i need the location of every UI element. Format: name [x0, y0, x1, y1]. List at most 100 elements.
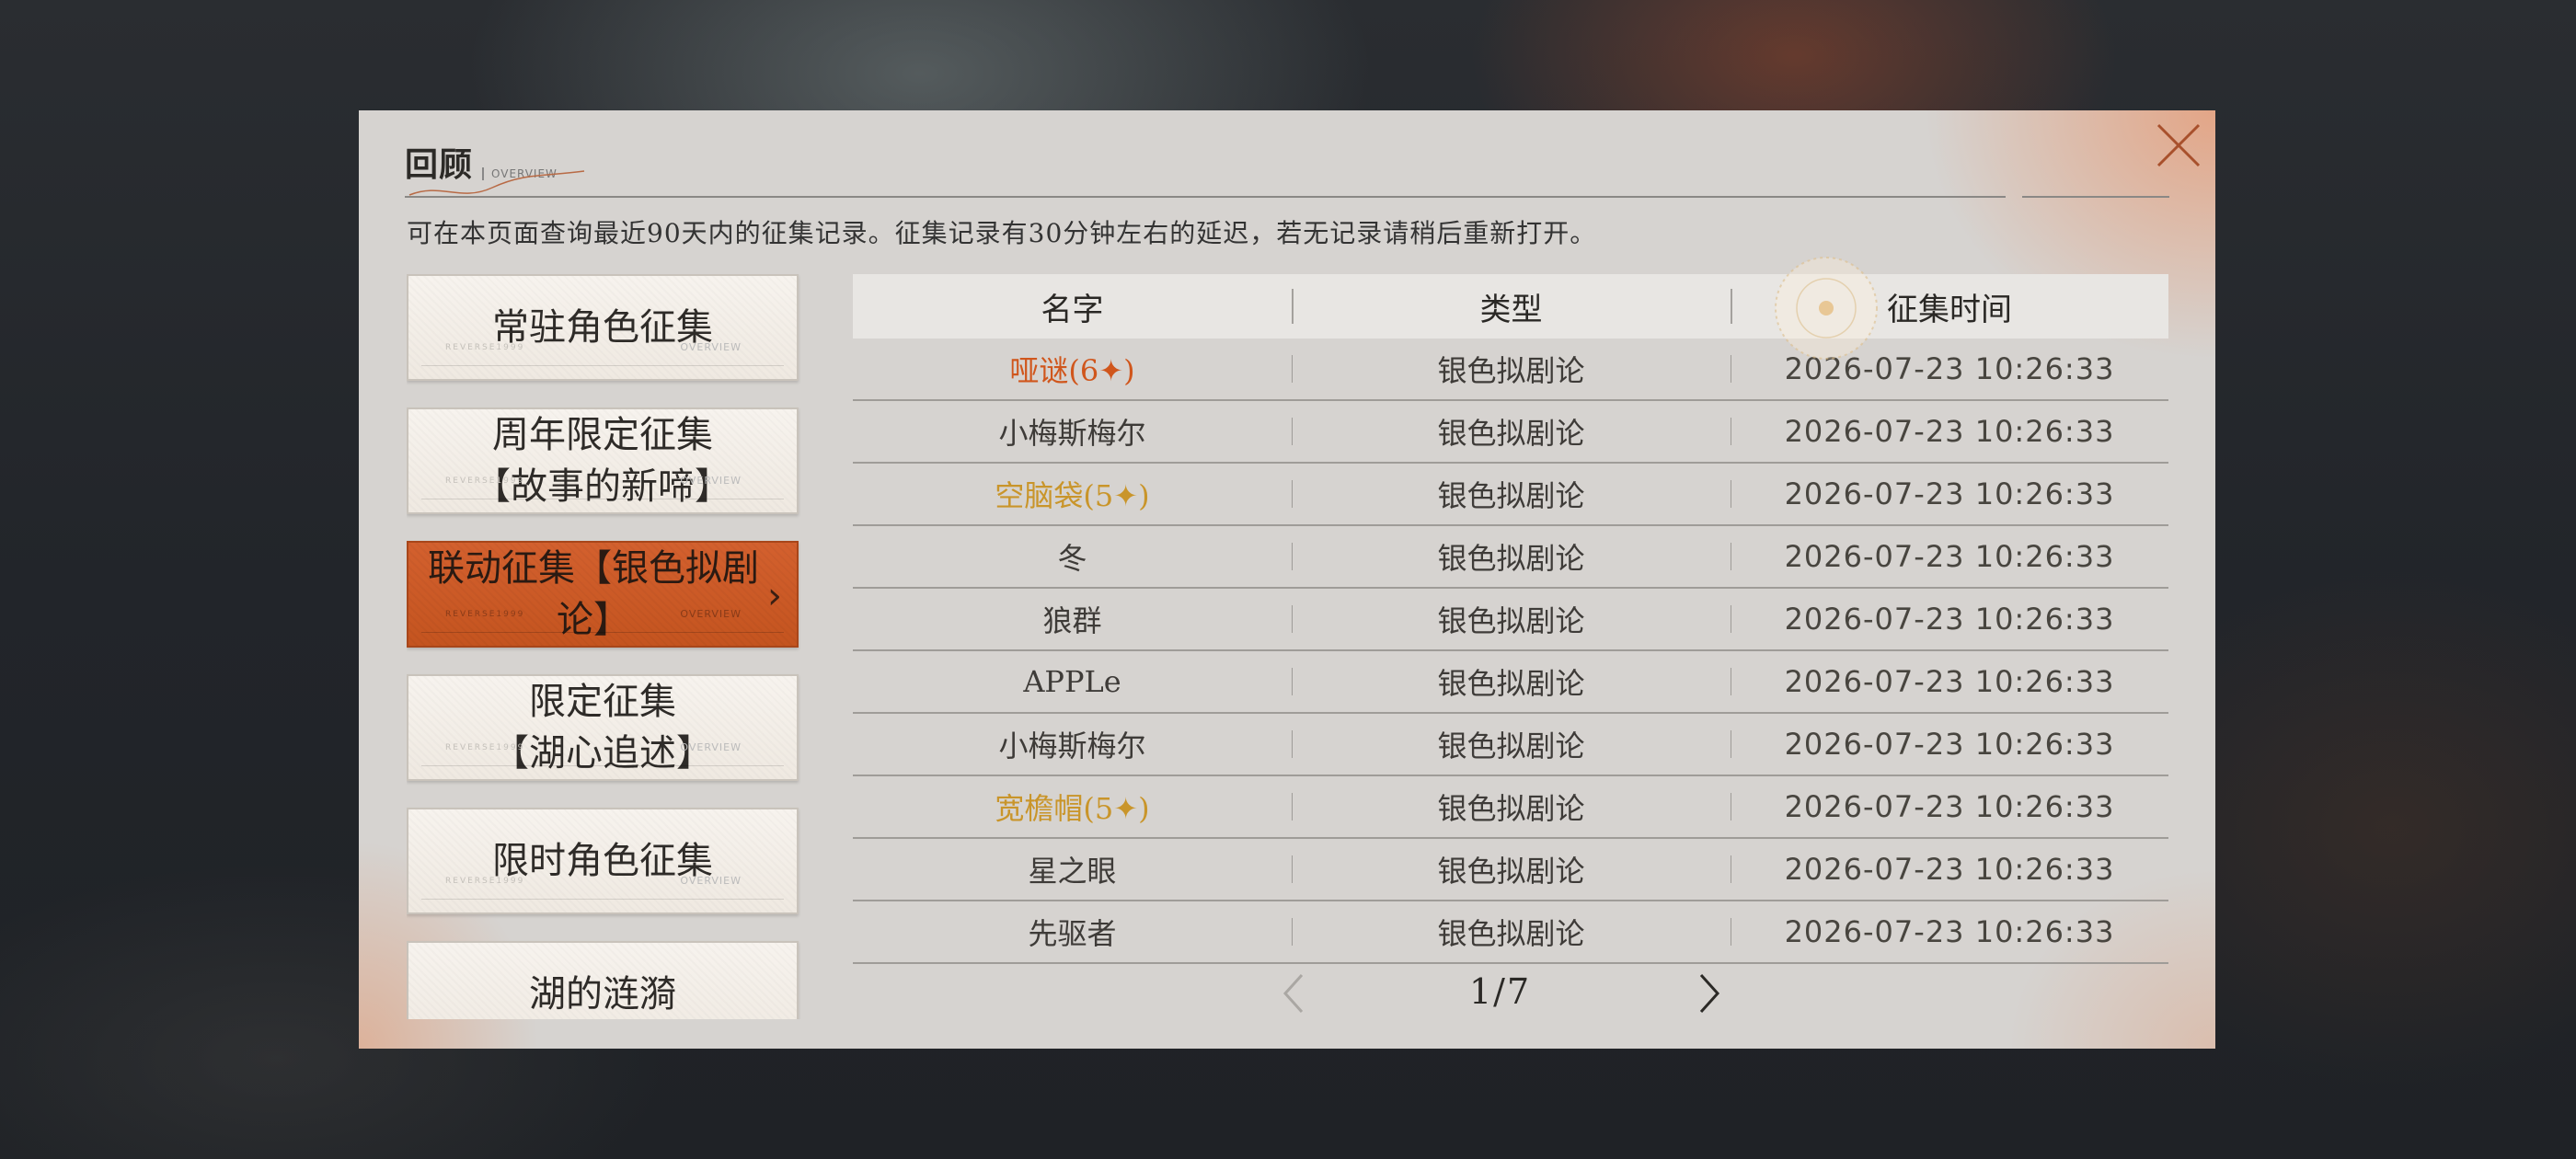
cell-time: 2026-07-23 10:26:33 — [1731, 664, 2168, 699]
cell-name: 空脑袋(5✦) — [995, 478, 1150, 513]
cell-time-label: 2026-07-23 10:26:33 — [1784, 789, 2115, 824]
table-row: 先驱者 银色拟剧论 2026-07-23 10:26:33 — [853, 901, 2168, 964]
cell-type-label: 银色拟剧论 — [1437, 854, 1585, 889]
card-deco-text: REVERSE1999 — [445, 610, 525, 619]
cell-name: 小梅斯梅尔 — [998, 729, 1146, 763]
table-header: 名字 类型 征集时间 — [853, 274, 2168, 339]
cell-type: 银色拟剧论 — [1292, 348, 1731, 390]
column-divider — [1731, 289, 1732, 324]
cell-time-label: 2026-07-23 10:26:33 — [1784, 476, 2115, 511]
cell-time: 2026-07-23 10:26:33 — [1731, 852, 2168, 887]
column-divider — [1292, 918, 1293, 946]
cell-time: 2026-07-23 10:26:33 — [1731, 414, 2168, 449]
cell-time: 2026-07-23 10:26:33 — [1731, 602, 2168, 637]
table-body: 哑谜(6✦) 银色拟剧论 2026-07-23 10:26:33 小梅斯梅尔 银色拟剧论… — [853, 339, 2168, 964]
card-deco-text: OVERVIEW — [680, 341, 742, 353]
cell-time-label: 2026-07-23 10:26:33 — [1784, 539, 2115, 574]
table-row: 小梅斯梅尔 银色拟剧论 2026-07-23 10:26:33 — [853, 714, 2168, 776]
column-divider — [1292, 605, 1293, 633]
cell-time-label: 2026-07-23 10:26:33 — [1784, 351, 2115, 386]
column-header-type: 类型 — [1292, 284, 1731, 329]
cell-name: APPLe — [1023, 664, 1121, 699]
table-row: APPLe 银色拟剧论 2026-07-23 10:26:33 — [853, 651, 2168, 714]
column-divider — [1292, 855, 1293, 883]
history-panel: 回顾 OVERVIEW 可在本页面查询最近90天内的征集记录。征集记录有30分钟… — [359, 110, 2215, 1049]
card-deco-text: REVERSE1999 — [445, 343, 525, 352]
card-deco-text: OVERVIEW — [680, 875, 742, 887]
sidebar-item-collab[interactable]: 联动征集【银色拟剧论】 REVERSE1999 OVERVIEW › — [407, 541, 799, 648]
cell-type-label: 银色拟剧论 — [1437, 916, 1585, 951]
header-rule-segment — [2022, 196, 2169, 198]
header-rule — [405, 196, 1987, 198]
column-header-time: 征集时间 — [1731, 284, 2168, 329]
column-divider — [1292, 480, 1293, 508]
column-header-name: 名字 — [1041, 291, 1104, 328]
column-header-label: 征集时间 — [1887, 291, 2012, 328]
history-table: 名字 类型 征集时间 哑谜(6✦) 银色拟剧论 2026-07-23 10:26:3… — [853, 274, 2168, 964]
column-divider — [1292, 355, 1293, 383]
cell-type-label: 银色拟剧论 — [1437, 541, 1585, 576]
cell-time-label: 2026-07-23 10:26:33 — [1784, 602, 2115, 637]
cell-time-label: 2026-07-23 10:26:33 — [1784, 852, 2115, 887]
column-divider — [1292, 730, 1293, 758]
cell-time: 2026-07-23 10:26:33 — [1731, 476, 2168, 511]
cell-type: 银色拟剧论 — [1292, 911, 1731, 953]
sidebar-item-limited-lake[interactable]: 限定征集 【湖心追述】 REVERSE1999 OVERVIEW — [407, 674, 799, 781]
cell-time-label: 2026-07-23 10:26:33 — [1784, 414, 2115, 449]
card-deco-text: REVERSE1999 — [445, 743, 525, 752]
cell-name: 哑谜(6✦) — [1009, 353, 1135, 388]
sidebar-item-ripples[interactable]: 湖的涟漪 — [407, 941, 799, 1019]
table-row: 宽檐帽(5✦) 银色拟剧论 2026-07-23 10:26:33 — [853, 776, 2168, 839]
chevron-right-icon[interactable] — [1690, 966, 1727, 1021]
cell-time: 2026-07-23 10:26:33 — [1731, 539, 2168, 574]
banner-sidebar: 常驻角色征集 REVERSE1999 OVERVIEW 周年限定征集 【故事的新… — [407, 274, 802, 1019]
chevron-right-icon: › — [767, 575, 782, 617]
cell-time-label: 2026-07-23 10:26:33 — [1784, 727, 2115, 762]
cell-name: 星之眼 — [1028, 854, 1117, 889]
card-deco-text: REVERSE1999 — [445, 476, 525, 486]
column-header-label: 类型 — [1479, 291, 1543, 328]
cell-type: 银色拟剧论 — [1292, 535, 1731, 578]
cell-type: 银色拟剧论 — [1292, 660, 1731, 703]
table-row: 星之眼 银色拟剧论 2026-07-23 10:26:33 — [853, 839, 2168, 901]
cell-time: 2026-07-23 10:26:33 — [1731, 351, 2168, 386]
sidebar-item-label: 湖的涟漪 — [529, 973, 676, 1016]
table-row: 冬 银色拟剧论 2026-07-23 10:26:33 — [853, 526, 2168, 589]
column-divider — [1292, 793, 1293, 820]
cell-type-label: 银色拟剧论 — [1437, 603, 1585, 638]
column-divider — [1292, 418, 1293, 445]
sidebar-item-anniversary[interactable]: 周年限定征集 【故事的新啼】 REVERSE1999 OVERVIEW — [407, 407, 799, 514]
cell-type: 银色拟剧论 — [1292, 473, 1731, 515]
pagination: 1/7 — [853, 966, 2168, 1021]
cell-type-label: 银色拟剧论 — [1437, 791, 1585, 826]
cell-type-label: 银色拟剧论 — [1437, 666, 1585, 701]
sidebar-item-timed[interactable]: 限时角色征集 REVERSE1999 OVERVIEW — [407, 808, 799, 914]
column-divider — [1292, 543, 1293, 570]
cell-type-label: 银色拟剧论 — [1437, 416, 1585, 451]
cell-name: 狼群 — [1042, 603, 1102, 638]
column-divider — [1292, 668, 1293, 695]
cell-time-label: 2026-07-23 10:26:33 — [1784, 914, 2115, 949]
cell-type: 银色拟剧论 — [1292, 723, 1731, 765]
page-indicator: 1/7 — [1469, 971, 1532, 1012]
card-deco-text: OVERVIEW — [680, 608, 742, 620]
cell-type-label: 银色拟剧论 — [1437, 729, 1585, 763]
table-row: 狼群 银色拟剧论 2026-07-23 10:26:33 — [853, 589, 2168, 651]
cell-name: 小梅斯梅尔 — [998, 416, 1146, 451]
cell-name: 宽檐帽(5✦) — [995, 791, 1150, 826]
cell-type: 银色拟剧论 — [1292, 598, 1731, 640]
table-row: 空脑袋(5✦) 银色拟剧论 2026-07-23 10:26:33 — [853, 464, 2168, 526]
chevron-left-icon[interactable] — [1276, 966, 1313, 1021]
close-icon[interactable] — [2153, 120, 2204, 171]
cell-type-label: 银色拟剧论 — [1437, 478, 1585, 513]
sidebar-item-standard[interactable]: 常驻角色征集 REVERSE1999 OVERVIEW — [407, 274, 799, 381]
cell-type: 银色拟剧论 — [1292, 786, 1731, 828]
cell-time: 2026-07-23 10:26:33 — [1731, 727, 2168, 762]
header-rule-segment — [1950, 196, 2006, 198]
cell-name: 冬 — [1057, 541, 1087, 576]
cell-time-label: 2026-07-23 10:26:33 — [1784, 664, 2115, 699]
cell-time: 2026-07-23 10:26:33 — [1731, 914, 2168, 949]
column-divider — [1292, 289, 1294, 324]
notice-text: 可在本页面查询最近90天内的征集记录。征集记录有30分钟左右的延迟，若无记录请稍… — [407, 218, 1597, 248]
card-deco-text: OVERVIEW — [680, 741, 742, 753]
